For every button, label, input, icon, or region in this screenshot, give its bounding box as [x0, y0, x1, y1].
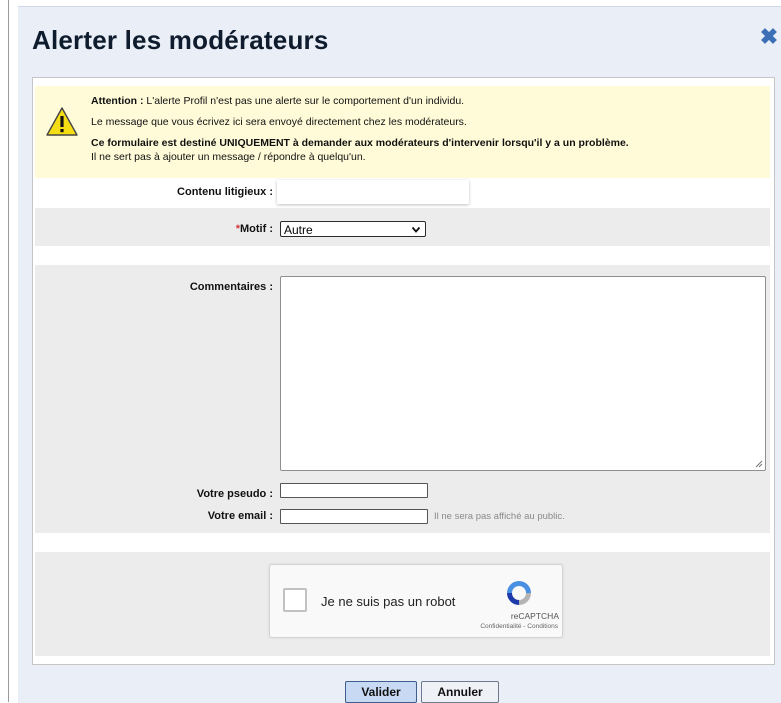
warning-box: Attention : L'alerte Profil n'est pas un… [35, 86, 770, 178]
page-edge-rule [8, 0, 9, 702]
captcha-label: Je ne suis pas un robot [321, 594, 456, 609]
captcha-brand: reCAPTCHA [510, 611, 559, 621]
contenu-label: Contenu litigieux : [177, 186, 273, 198]
motif-label: Motif : [240, 223, 273, 235]
captcha-checkbox[interactable] [283, 588, 307, 612]
commentaires-label: Commentaires : [189, 281, 273, 293]
dialog-title: Alerter les modérateurs [32, 25, 329, 55]
email-hint: Il ne sera pas affiché au public. [434, 511, 565, 522]
motif-label-wrap: *Motif : [73, 223, 273, 235]
commentaires-textarea[interactable] [280, 276, 766, 471]
close-icon[interactable]: ✖ [759, 26, 779, 48]
captcha-privacy-terms-link[interactable]: Confidentialité - Conditions [270, 623, 558, 630]
contenu-field [277, 180, 469, 204]
warning-text: Attention : L'alerte Profil n'est pas un… [91, 94, 629, 164]
warning-icon [46, 107, 78, 136]
recaptcha-logo-icon [507, 581, 531, 605]
warning-attention: Attention : [91, 95, 144, 107]
warning-line1: L'alerte Profil n'est pas une alerte sur… [143, 95, 465, 107]
recaptcha-widget: Je ne suis pas un robot reCAPTCHA Confid… [269, 564, 563, 638]
motif-select[interactable]: Autre [280, 221, 426, 237]
pseudo-label: Votre pseudo : [196, 488, 273, 500]
validate-button[interactable]: Valider [345, 681, 417, 703]
email-input[interactable] [280, 509, 428, 524]
alert-dialog: Alerter les modérateurs ✖ Attention : L'… [18, 6, 781, 703]
resize-grip-icon [755, 460, 763, 468]
warning-line3: Ce formulaire est destiné UNIQUEMENT à d… [91, 137, 629, 149]
cancel-button[interactable]: Annuler [421, 681, 499, 703]
motif-value: Autre [284, 223, 313, 237]
chevron-down-icon [411, 222, 421, 244]
pseudo-input[interactable] [280, 483, 428, 498]
warning-line2: Le message que vous écrivez ici sera env… [91, 116, 467, 128]
form-panel: Attention : L'alerte Profil n'est pas un… [32, 77, 775, 665]
warning-line4: Il ne sert pas à ajouter un message / ré… [91, 151, 366, 163]
email-label: Votre email : [207, 510, 273, 522]
